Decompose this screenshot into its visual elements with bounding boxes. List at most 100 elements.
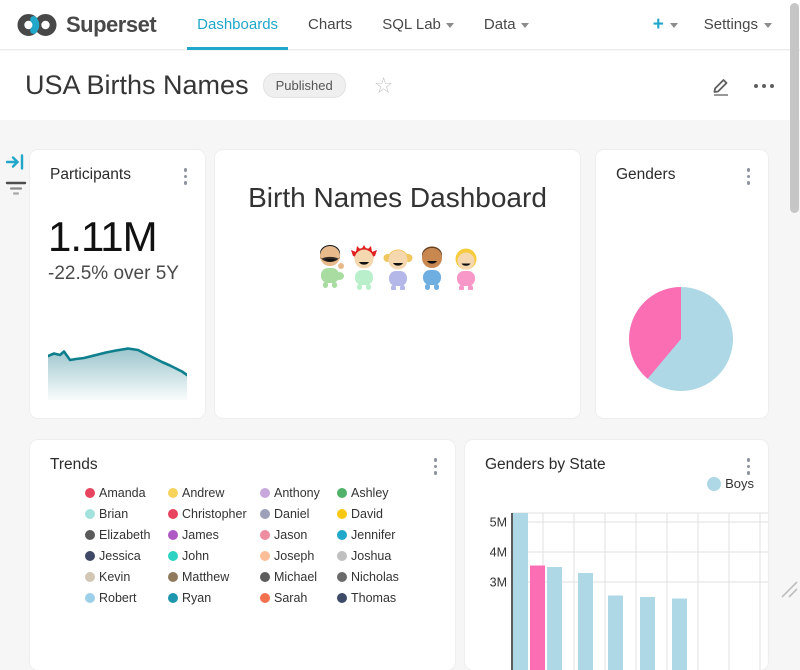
legend-item-john[interactable]: John [168, 549, 260, 563]
new-item-button[interactable]: + [653, 15, 678, 34]
legend-dot [260, 530, 270, 540]
legend-dot [260, 488, 270, 498]
card-title: Trends [50, 456, 98, 474]
legend-dot [337, 551, 347, 561]
settings-menu[interactable]: Settings [704, 16, 772, 33]
legend-dot [168, 572, 178, 582]
legend-item-ryan[interactable]: Ryan [168, 591, 260, 605]
kebab-menu-icon[interactable] [432, 456, 440, 477]
legend-dot [85, 509, 95, 519]
legend-item-amanda[interactable]: Amanda [85, 486, 168, 500]
edit-pencil-icon[interactable] [710, 75, 732, 97]
legend-item-daniel[interactable]: Daniel [260, 507, 337, 521]
participants-sparkline-chart [48, 338, 187, 400]
legend-item-joseph[interactable]: Joseph [260, 549, 337, 563]
caret-down-icon [446, 23, 454, 28]
expand-filter-bar-icon[interactable] [6, 153, 26, 171]
top-navbar: Superset Dashboards Charts SQL Lab Data … [0, 0, 800, 50]
legend-dot [85, 530, 95, 540]
superset-infinity-icon [16, 10, 58, 40]
legend-item-matthew[interactable]: Matthew [168, 570, 260, 584]
big-number-value: 1.11M [48, 215, 205, 259]
page-title: USA Births Names [25, 70, 249, 101]
participants-card: Participants 1.11M -22.5% over 5Y [30, 150, 205, 418]
svg-text:3M: 3M [490, 576, 507, 590]
legend-item-sarah[interactable]: Sarah [260, 591, 337, 605]
bar-boys-4 [608, 596, 623, 670]
nav-menu: Dashboards Charts SQL Lab Data [182, 0, 543, 50]
legend-dot [337, 593, 347, 603]
ellipsis-menu-icon[interactable] [754, 84, 774, 88]
resize-handle-icon[interactable] [781, 581, 798, 598]
plus-icon: + [653, 15, 664, 34]
legend-dot [168, 551, 178, 561]
legend-item-james[interactable]: James [168, 528, 260, 542]
bar-boys-0 [513, 513, 528, 670]
nav-item-data[interactable]: Data [474, 0, 539, 50]
kebab-menu-icon[interactable] [182, 166, 190, 187]
legend-dot [337, 572, 347, 582]
big-number-subheader: -22.5% over 5Y [48, 263, 205, 285]
legend-item-robert[interactable]: Robert [85, 591, 168, 605]
legend-item-christopher[interactable]: Christopher [168, 507, 260, 521]
legend-dot [85, 572, 95, 582]
bar-boys-3 [578, 573, 593, 670]
markdown-header-card: Birth Names Dashboard [215, 150, 580, 418]
star-icon[interactable]: ☆ [374, 75, 394, 97]
caret-down-icon [521, 23, 529, 28]
kebab-menu-icon[interactable] [745, 166, 753, 187]
bar-boys-5 [640, 597, 655, 670]
legend-item-andrew[interactable]: Andrew [168, 486, 260, 500]
legend-item-anthony[interactable]: Anthony [260, 486, 337, 500]
card-title: Genders [616, 166, 675, 184]
kids-illustration [313, 242, 483, 290]
legend-dot [337, 509, 347, 519]
legend-item-brian[interactable]: Brian [85, 507, 168, 521]
svg-text:4M: 4M [490, 546, 507, 560]
nav-item-sql-lab[interactable]: SQL Lab [372, 0, 464, 50]
legend-item-ashley[interactable]: Ashley [337, 486, 432, 500]
legend-dot [168, 509, 178, 519]
dashboard-heading: Birth Names Dashboard [215, 182, 580, 214]
caret-down-icon [764, 23, 772, 28]
genders-pie-chart [596, 187, 768, 417]
legend-item-jessica[interactable]: Jessica [85, 549, 168, 563]
caret-down-icon [670, 23, 678, 28]
legend-dot [168, 593, 178, 603]
legend-dot [260, 572, 270, 582]
legend-item-thomas[interactable]: Thomas [337, 591, 432, 605]
trends-card: Trends AmandaAndrewAnthonyAshley BrianChr… [30, 440, 455, 670]
brand-text: Superset [66, 12, 156, 38]
nav-item-dashboards[interactable]: Dashboards [187, 0, 288, 50]
legend-item-kevin[interactable]: Kevin [85, 570, 168, 584]
legend-dot [168, 530, 178, 540]
svg-text:5M: 5M [490, 516, 507, 530]
legend-dot [85, 488, 95, 498]
legend-dot [260, 551, 270, 561]
genders-by-state-bar-chart: 5M 4M 3M [465, 440, 768, 670]
legend-dot [337, 488, 347, 498]
legend-item-jennifer[interactable]: Jennifer [337, 528, 432, 542]
legend-dot [85, 593, 95, 603]
legend-item-joshua[interactable]: Joshua [337, 549, 432, 563]
legend-dot [260, 593, 270, 603]
legend-dot [85, 551, 95, 561]
bar-boys-2 [547, 567, 562, 670]
legend-item-jason[interactable]: Jason [260, 528, 337, 542]
nav-item-charts[interactable]: Charts [298, 0, 362, 50]
published-badge[interactable]: Published [263, 73, 346, 98]
bar-boys-6 [672, 599, 687, 670]
legend-item-nicholas[interactable]: Nicholas [337, 570, 432, 584]
legend-item-elizabeth[interactable]: Elizabeth [85, 528, 168, 542]
dashboard-canvas: Participants 1.11M -22.5% over 5Y Birth … [0, 120, 800, 600]
genders-by-state-card: Genders by State Boys 5M4M3M [465, 440, 768, 670]
filter-icon[interactable] [5, 180, 27, 196]
legend-item-michael[interactable]: Michael [260, 570, 337, 584]
genders-card: Genders [596, 150, 768, 418]
scrollbar-thumb[interactable] [790, 3, 799, 213]
superset-logo[interactable]: Superset [0, 10, 156, 40]
dashboard-header: USA Births Names Published ☆ [0, 51, 800, 120]
trends-legend: AmandaAndrewAnthonyAshley BrianChristophe… [85, 486, 432, 605]
bar-girls-1 [530, 566, 545, 670]
legend-item-david[interactable]: David [337, 507, 432, 521]
